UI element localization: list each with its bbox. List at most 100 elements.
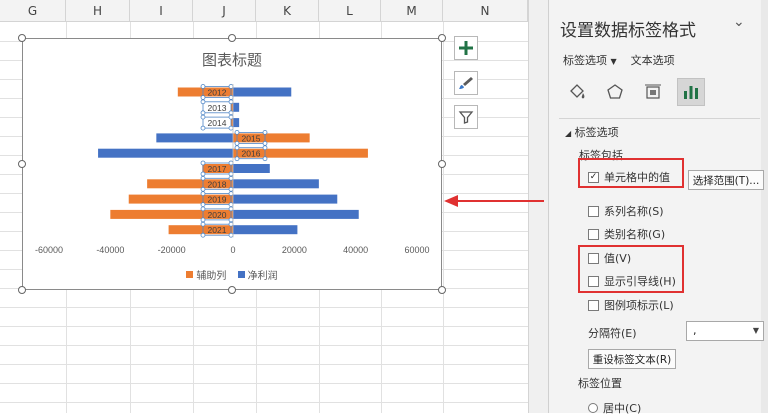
data-label-handle[interactable]: [200, 175, 206, 181]
data-label-handle[interactable]: [228, 99, 234, 105]
select-range-button[interactable]: 选择范围(T)...: [688, 170, 764, 190]
data-label-handle[interactable]: [200, 221, 206, 227]
chart-filters-button[interactable]: [454, 105, 478, 129]
bar-profit[interactable]: [233, 194, 338, 204]
section-label-options[interactable]: ◢ 标签选项: [565, 124, 619, 140]
data-label-handle[interactable]: [228, 202, 234, 208]
bar-chart-plot[interactable]: 2012 2013 2014 2015 2016 2017 2018 2019 2020 2021…: [23, 39, 443, 291]
checkbox-legend-key[interactable]: 图例项标示(L): [588, 297, 674, 313]
tab-label-options[interactable]: 标签选项 ▼: [563, 52, 617, 68]
data-label-handle[interactable]: [228, 160, 234, 166]
data-label-handle[interactable]: [262, 156, 268, 162]
data-label-handle[interactable]: [228, 171, 234, 177]
tab-text-options[interactable]: 文本选项: [631, 52, 675, 68]
separator-select[interactable]: , ▼: [686, 321, 764, 341]
data-label-handle[interactable]: [262, 141, 268, 146]
data-label-handle[interactable]: [228, 110, 234, 116]
data-label-handle[interactable]: [200, 99, 206, 105]
data-label-handle[interactable]: [200, 186, 206, 192]
data-label[interactable]: 2015: [242, 133, 261, 143]
data-label[interactable]: 2014: [208, 118, 227, 128]
data-label-handle[interactable]: [200, 206, 206, 212]
radio-center[interactable]: 居中(C): [588, 400, 641, 416]
data-label-handle[interactable]: [234, 145, 240, 151]
data-label[interactable]: 2012: [208, 88, 227, 98]
data-label[interactable]: 2013: [208, 103, 227, 113]
column-header-k[interactable]: K: [256, 0, 319, 22]
data-label-handle[interactable]: [234, 141, 240, 146]
fill-line-tab[interactable]: [563, 78, 591, 106]
bar-profit[interactable]: [233, 225, 298, 235]
chart-resize-handle[interactable]: [228, 286, 236, 294]
bar-profit[interactable]: [233, 102, 240, 112]
chevron-down-icon[interactable]: ⌄: [733, 14, 745, 30]
bar-profit[interactable]: [98, 148, 233, 158]
chart-styles-button[interactable]: [454, 71, 478, 95]
data-label-handle[interactable]: [200, 232, 206, 238]
bar-profit[interactable]: [233, 87, 292, 97]
data-label-handle[interactable]: [228, 84, 234, 89]
spreadsheet-area[interactable]: G H I J K L M N 图表标题 2012 2013 2014 2015 201…: [0, 0, 548, 413]
data-label-handle[interactable]: [228, 125, 234, 131]
chart-resize-handle[interactable]: [438, 34, 446, 42]
column-header-l[interactable]: L: [319, 0, 381, 22]
data-label-handle[interactable]: [228, 206, 234, 212]
data-label-handle[interactable]: [228, 217, 234, 223]
data-label-handle[interactable]: [200, 125, 206, 131]
chart-elements-button[interactable]: [454, 36, 478, 60]
data-label-handle[interactable]: [228, 186, 234, 192]
column-header-h[interactable]: H: [66, 0, 130, 22]
data-label-handle[interactable]: [200, 202, 206, 208]
checkbox-category-name[interactable]: 类别名称(G): [588, 226, 665, 242]
data-label[interactable]: 2019: [208, 195, 227, 205]
checkbox-leader-lines[interactable]: 显示引导线(H): [588, 273, 676, 289]
checkbox-series-name[interactable]: 系列名称(S): [588, 203, 664, 219]
column-header-n[interactable]: N: [443, 0, 528, 22]
data-label-handle[interactable]: [228, 114, 234, 120]
chart-resize-handle[interactable]: [18, 286, 26, 294]
data-label-handle[interactable]: [228, 95, 234, 100]
data-label-handle[interactable]: [262, 145, 268, 151]
column-header-j[interactable]: J: [193, 0, 256, 22]
data-label-handle[interactable]: [228, 232, 234, 238]
data-label-handle[interactable]: [200, 95, 206, 100]
checkbox-value[interactable]: 值(V): [588, 250, 631, 266]
bar-profit[interactable]: [233, 209, 359, 219]
bar-profit[interactable]: [233, 118, 240, 128]
effects-tab[interactable]: [601, 78, 629, 106]
data-label-handle[interactable]: [200, 160, 206, 166]
column-header-g[interactable]: G: [0, 0, 66, 22]
chart-resize-handle[interactable]: [18, 160, 26, 168]
data-label-handle[interactable]: [200, 110, 206, 116]
data-label-handle[interactable]: [200, 217, 206, 223]
column-header-m[interactable]: M: [381, 0, 443, 22]
chart-resize-handle[interactable]: [18, 34, 26, 42]
chart-resize-handle[interactable]: [438, 286, 446, 294]
data-label-handle[interactable]: [200, 191, 206, 197]
data-label-handle[interactable]: [200, 114, 206, 120]
data-label-handle[interactable]: [234, 156, 240, 162]
data-label-handle[interactable]: [234, 130, 240, 135]
pane-scrollbar[interactable]: [761, 0, 768, 413]
bar-profit[interactable]: [156, 133, 233, 143]
data-label-handle[interactable]: [262, 130, 268, 135]
chart-legend[interactable]: 辅助列 净利润: [23, 267, 441, 282]
data-label[interactable]: 2021: [208, 225, 227, 235]
size-properties-tab[interactable]: [639, 78, 667, 106]
data-label-handle[interactable]: [228, 175, 234, 181]
chart-resize-handle[interactable]: [228, 34, 236, 42]
data-label[interactable]: 2018: [208, 179, 227, 189]
data-label-handle[interactable]: [228, 191, 234, 197]
bar-profit[interactable]: [233, 179, 319, 189]
reset-label-text-button[interactable]: 重设标签文本(R): [588, 349, 676, 369]
data-label[interactable]: 2017: [208, 164, 227, 174]
chart-resize-handle[interactable]: [438, 160, 446, 168]
data-label-handle[interactable]: [200, 84, 206, 89]
data-label[interactable]: 2016: [242, 149, 261, 159]
column-header-i[interactable]: I: [130, 0, 193, 22]
chart-area[interactable]: 图表标题 2012 2013 2014 2015 2016 2017 2018 2019 202…: [22, 38, 442, 290]
bar-profit[interactable]: [233, 164, 270, 173]
data-label-handle[interactable]: [200, 171, 206, 177]
data-label[interactable]: 2020: [208, 210, 227, 220]
label-options-tab[interactable]: [677, 78, 705, 106]
